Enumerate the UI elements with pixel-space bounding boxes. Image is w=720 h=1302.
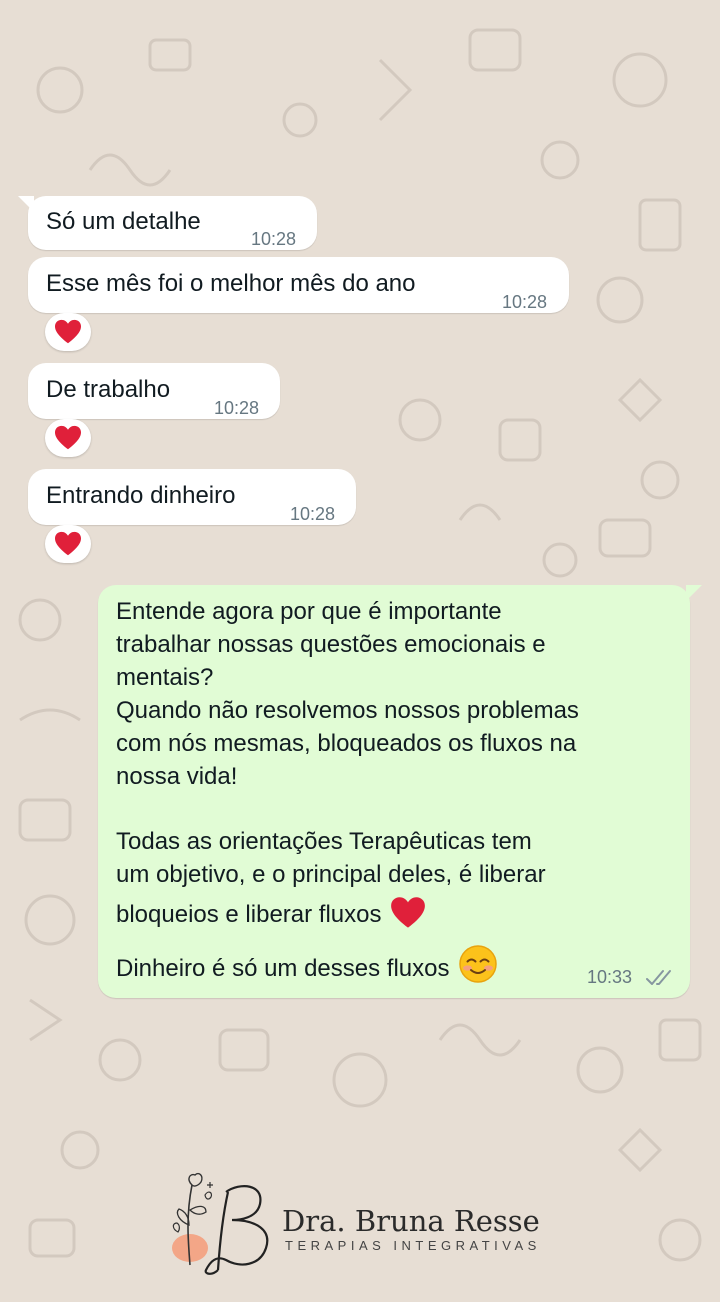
red-heart-icon xyxy=(390,897,425,928)
message-line: trabalhar nossas questões emocionais e xyxy=(116,631,546,658)
brand-name: Dra. Bruna Resse xyxy=(282,1204,540,1238)
red-heart-icon xyxy=(55,531,81,556)
message-text: De trabalho xyxy=(46,376,171,403)
message-text: bloqueios e liberar fluxos xyxy=(116,901,382,928)
message-time: 10:28 xyxy=(251,229,297,249)
message-text: Só um detalhe xyxy=(46,208,201,235)
incoming-message[interactable]: De trabalho 10:28 xyxy=(28,363,280,419)
bubble-tail xyxy=(18,196,34,212)
message-line-with-emoji: bloqueios e liberar fluxos xyxy=(116,896,426,932)
message-line: mentais? xyxy=(116,664,214,691)
message-time: 10:28 xyxy=(290,504,336,524)
incoming-message[interactable]: Entrando dinheiro 10:28 xyxy=(28,469,356,525)
message-text: Dinheiro é só um desses fluxos xyxy=(116,955,450,982)
incoming-message[interactable]: Só um detalhe 10:28 xyxy=(18,196,317,250)
double-check-icon xyxy=(646,970,671,985)
message-line-with-emoji: Dinheiro é só um desses fluxos xyxy=(116,944,498,986)
heart-reaction[interactable] xyxy=(45,525,91,563)
message-time: 10:28 xyxy=(502,292,548,312)
incoming-message[interactable]: Esse mês foi o melhor mês do ano 10:28 xyxy=(28,257,569,313)
bubble-tail xyxy=(686,585,702,601)
message-line: nossa vida! xyxy=(116,763,238,790)
brand-subtitle: TERAPIAS INTEGRATIVAS xyxy=(285,1238,541,1253)
floral-monogram-icon xyxy=(172,1172,269,1275)
message-time: 10:33 xyxy=(586,967,632,987)
message-line: com nós mesmas, bloqueados os fluxos na xyxy=(116,730,577,757)
message-line: um objetivo, e o principal deles, é libe… xyxy=(116,861,546,888)
message-text: Esse mês foi o melhor mês do ano xyxy=(46,270,416,297)
heart-reaction[interactable] xyxy=(45,419,91,457)
red-heart-icon xyxy=(55,319,81,344)
message-line: Todas as orientações Terapêuticas tem xyxy=(116,828,532,855)
red-heart-icon xyxy=(55,425,81,450)
message-line: Entende agora por que é importante xyxy=(116,598,502,625)
message-text: Entrando dinheiro xyxy=(46,482,236,509)
heart-reaction[interactable] xyxy=(45,313,91,351)
message-time: 10:28 xyxy=(214,398,260,418)
brand-logo: Dra. Bruna Resse TERAPIAS INTEGRATIVAS xyxy=(160,1170,580,1280)
outgoing-message[interactable]: Entende agora por que é importante traba… xyxy=(98,585,702,998)
message-line: Quando não resolvemos nossos problemas xyxy=(116,697,579,724)
smiling-face-icon xyxy=(458,945,497,983)
